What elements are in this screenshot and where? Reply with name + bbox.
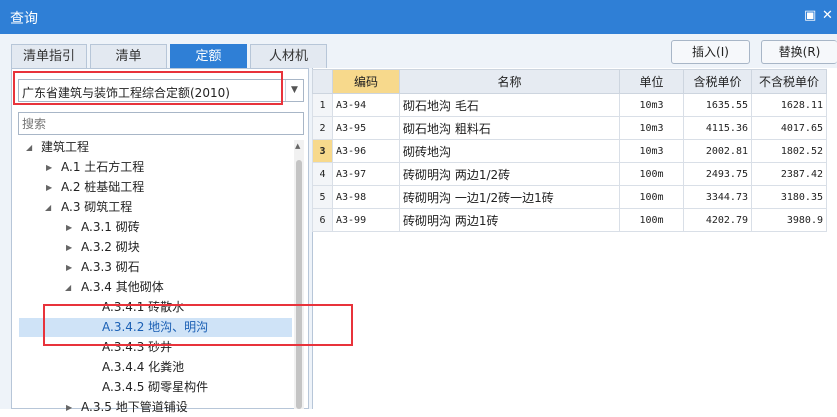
collapse-arrow-icon[interactable]: ◢ bbox=[65, 278, 71, 297]
table-row[interactable]: 4 A3-97 砖砌明沟 两边1/2砖 100m 2493.75 2387.42 bbox=[312, 162, 827, 186]
tree-item-a32[interactable]: A.3.2 砌块 bbox=[81, 238, 140, 257]
column-header-index bbox=[312, 69, 333, 94]
expand-arrow-icon[interactable]: ▶ bbox=[46, 158, 52, 177]
search-input[interactable] bbox=[18, 112, 304, 135]
cell-code[interactable]: A3-94 bbox=[332, 93, 400, 117]
column-header-unit[interactable]: 单位 bbox=[619, 69, 684, 94]
cell-price-notax[interactable]: 3980.9 bbox=[751, 208, 827, 232]
tree-item-a35[interactable]: A.3.5 地下管道铺设 bbox=[81, 398, 188, 417]
annotation-box-library bbox=[13, 71, 283, 105]
table-row-current[interactable]: 3 A3-96 砌砖地沟 10m3 2002.81 1802.52 bbox=[312, 139, 827, 163]
table-row[interactable]: 1 A3-94 砌石地沟 毛石 10m3 1635.55 1628.11 bbox=[312, 93, 827, 117]
tree-scrollbar[interactable]: ▲ bbox=[294, 140, 304, 409]
expand-arrow-icon[interactable]: ▶ bbox=[66, 398, 72, 417]
tree-item-a3[interactable]: A.3 砌筑工程 bbox=[61, 198, 132, 217]
cell-price-notax[interactable]: 1628.11 bbox=[751, 93, 827, 117]
tree-item-a31[interactable]: A.3.1 砌砖 bbox=[81, 218, 140, 237]
row-index: 4 bbox=[312, 162, 333, 186]
cell-unit[interactable]: 10m3 bbox=[619, 139, 684, 163]
cell-price-notax[interactable]: 2387.42 bbox=[751, 162, 827, 186]
tab-quota[interactable]: 定额 bbox=[170, 44, 247, 68]
cell-name[interactable]: 砖砌明沟 两边1/2砖 bbox=[399, 162, 620, 186]
tree-item-a1[interactable]: A.1 土石方工程 bbox=[61, 158, 144, 177]
restore-icon[interactable]: ▣ bbox=[804, 8, 816, 24]
expand-arrow-icon[interactable]: ▶ bbox=[66, 218, 72, 237]
replace-button[interactable]: 替换(R) bbox=[761, 40, 837, 64]
insert-button[interactable]: 插入(I) bbox=[671, 40, 750, 64]
tree-item-building[interactable]: 建筑工程 bbox=[41, 138, 89, 157]
column-header-code[interactable]: 编码 bbox=[332, 69, 400, 94]
table-row[interactable]: 5 A3-98 砖砌明沟 一边1/2砖一边1砖 100m 3344.73 318… bbox=[312, 185, 827, 209]
row-index: 1 bbox=[312, 93, 333, 117]
cell-name[interactable]: 砌砖地沟 bbox=[399, 139, 620, 163]
tree-item-a34[interactable]: A.3.4 其他砌体 bbox=[81, 278, 164, 297]
row-index: 6 bbox=[312, 208, 333, 232]
cell-price-tax[interactable]: 3344.73 bbox=[683, 185, 752, 209]
close-icon[interactable]: ✕ bbox=[822, 8, 833, 24]
row-index: 3 bbox=[312, 139, 333, 163]
quota-table: 编码 名称 单位 含税单价 不含税单价 1 A3-94 砌石地沟 毛石 10m3… bbox=[312, 69, 827, 232]
table-row[interactable]: 2 A3-95 砌石地沟 粗料石 10m3 4115.36 4017.65 bbox=[312, 116, 827, 140]
cell-code[interactable]: A3-96 bbox=[332, 139, 400, 163]
cell-name[interactable]: 砖砌明沟 两边1砖 bbox=[399, 208, 620, 232]
tree-item-a345[interactable]: A.3.4.5 砌零星构件 bbox=[102, 378, 208, 397]
cell-price-notax[interactable]: 3180.35 bbox=[751, 185, 827, 209]
tree-item-a33[interactable]: A.3.3 砌石 bbox=[81, 258, 140, 277]
cell-unit[interactable]: 10m3 bbox=[619, 116, 684, 140]
cell-price-tax[interactable]: 4202.79 bbox=[683, 208, 752, 232]
tree-item-a344[interactable]: A.3.4.4 化粪池 bbox=[102, 358, 184, 377]
scrollbar-thumb[interactable] bbox=[296, 160, 302, 409]
cell-price-tax[interactable]: 2493.75 bbox=[683, 162, 752, 186]
row-index: 5 bbox=[312, 185, 333, 209]
expand-arrow-icon[interactable]: ▶ bbox=[46, 178, 52, 197]
cell-unit[interactable]: 100m bbox=[619, 162, 684, 186]
chevron-down-icon[interactable]: ▼ bbox=[285, 80, 303, 101]
cell-code[interactable]: A3-97 bbox=[332, 162, 400, 186]
column-header-name[interactable]: 名称 bbox=[399, 69, 620, 94]
cell-name[interactable]: 砌石地沟 粗料石 bbox=[399, 116, 620, 140]
tab-bill-guide[interactable]: 清单指引 bbox=[11, 44, 87, 68]
cell-unit[interactable]: 100m bbox=[619, 185, 684, 209]
title-bar: 查询 ▣ ✕ bbox=[0, 0, 837, 34]
cell-name[interactable]: 砖砌明沟 一边1/2砖一边1砖 bbox=[399, 185, 620, 209]
table-header-row: 编码 名称 单位 含税单价 不含税单价 bbox=[312, 69, 827, 94]
annotation-box-tree-item bbox=[43, 304, 353, 346]
collapse-arrow-icon[interactable]: ◢ bbox=[26, 138, 32, 157]
tree-item-a2[interactable]: A.2 桩基础工程 bbox=[61, 178, 144, 197]
tab-bill[interactable]: 清单 bbox=[90, 44, 167, 68]
table-row[interactable]: 6 A3-99 砖砌明沟 两边1砖 100m 4202.79 3980.9 bbox=[312, 208, 827, 232]
cell-unit[interactable]: 100m bbox=[619, 208, 684, 232]
cell-code[interactable]: A3-98 bbox=[332, 185, 400, 209]
column-header-price-tax[interactable]: 含税单价 bbox=[683, 69, 752, 94]
expand-arrow-icon[interactable]: ▶ bbox=[66, 238, 72, 257]
column-header-price-notax[interactable]: 不含税单价 bbox=[751, 69, 827, 94]
expand-arrow-icon[interactable]: ▶ bbox=[66, 258, 72, 277]
cell-price-tax[interactable]: 4115.36 bbox=[683, 116, 752, 140]
cell-code[interactable]: A3-99 bbox=[332, 208, 400, 232]
cell-price-notax[interactable]: 4017.65 bbox=[751, 116, 827, 140]
tab-labor-material[interactable]: 人材机 bbox=[250, 44, 327, 68]
cell-unit[interactable]: 10m3 bbox=[619, 93, 684, 117]
cell-name[interactable]: 砌石地沟 毛石 bbox=[399, 93, 620, 117]
cell-price-tax[interactable]: 2002.81 bbox=[683, 139, 752, 163]
cell-price-notax[interactable]: 1802.52 bbox=[751, 139, 827, 163]
cell-code[interactable]: A3-95 bbox=[332, 116, 400, 140]
row-index: 2 bbox=[312, 116, 333, 140]
collapse-arrow-icon[interactable]: ◢ bbox=[45, 198, 51, 217]
scroll-up-icon[interactable]: ▲ bbox=[295, 142, 300, 150]
cell-price-tax[interactable]: 1635.55 bbox=[683, 93, 752, 117]
window-title: 查询 bbox=[10, 11, 38, 27]
